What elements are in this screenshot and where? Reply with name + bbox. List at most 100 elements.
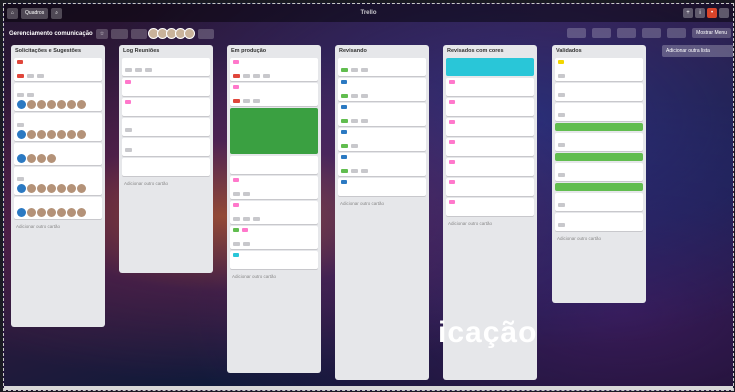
card-cover-green[interactable] — [555, 183, 643, 191]
add-card-button[interactable]: Adicionar outro cartão — [552, 233, 646, 244]
card-text — [449, 107, 531, 113]
card-badges — [341, 94, 423, 99]
card[interactable] — [230, 156, 318, 174]
card-badges — [341, 119, 423, 124]
list-title[interactable]: Validados — [552, 45, 646, 56]
add-card-button[interactable]: Adicionar outro cartão — [119, 178, 213, 189]
card[interactable] — [230, 83, 318, 106]
card-badges — [125, 128, 207, 133]
card-label — [233, 60, 239, 64]
card[interactable] — [14, 143, 102, 165]
card-text — [558, 86, 640, 92]
powerup-button[interactable] — [667, 28, 687, 38]
card[interactable] — [446, 98, 534, 116]
card-text — [125, 121, 207, 127]
card-cover-cyan[interactable] — [446, 58, 534, 76]
trello-logo[interactable]: Trello — [360, 10, 376, 16]
card[interactable] — [230, 226, 318, 249]
card-badges — [125, 148, 207, 153]
card-cover-green[interactable] — [230, 108, 318, 154]
card[interactable] — [338, 78, 426, 101]
card-text — [17, 67, 99, 73]
powerup-button[interactable] — [616, 28, 636, 38]
powerup-button[interactable] — [566, 28, 586, 38]
card-text — [125, 87, 207, 93]
list-title[interactable]: Log Reuniões — [119, 45, 213, 56]
visibility-button[interactable] — [130, 28, 147, 39]
avatar[interactable] — [183, 28, 195, 39]
card-cover-green[interactable] — [555, 153, 643, 161]
card[interactable] — [338, 178, 426, 196]
card[interactable] — [14, 113, 102, 141]
team-button[interactable] — [111, 28, 128, 39]
card-text — [341, 162, 423, 168]
card[interactable] — [122, 78, 210, 96]
horizontal-scrollbar[interactable] — [4, 386, 733, 390]
add-card-button[interactable]: Adicionar outro cartão — [11, 221, 105, 232]
add-card-button[interactable]: Adicionar outro cartão — [335, 198, 429, 209]
card[interactable] — [122, 138, 210, 156]
card[interactable] — [338, 153, 426, 176]
card-badges — [233, 74, 315, 79]
card[interactable] — [14, 197, 102, 219]
card-text — [449, 147, 531, 153]
list-title[interactable]: Solicitações e Sugestões — [11, 45, 105, 56]
card[interactable] — [446, 198, 534, 216]
home-button[interactable]: ⌂ — [7, 7, 19, 19]
card[interactable] — [555, 193, 643, 211]
card-cover-green[interactable] — [555, 123, 643, 131]
card[interactable] — [555, 58, 643, 81]
background-overlay-text: icação — [438, 316, 538, 349]
card-text — [233, 260, 315, 266]
search-icon[interactable]: ⌕ — [51, 7, 63, 19]
powerup-button[interactable] — [591, 28, 611, 38]
star-icon[interactable]: ☆ — [95, 28, 109, 39]
card[interactable] — [555, 133, 643, 151]
card[interactable] — [14, 83, 102, 111]
info-icon[interactable]: i — [695, 8, 705, 18]
card[interactable] — [338, 58, 426, 76]
card[interactable] — [446, 158, 534, 176]
notification-icon[interactable]: • — [707, 8, 717, 18]
card[interactable] — [446, 78, 534, 96]
card[interactable] — [230, 58, 318, 81]
card[interactable] — [122, 58, 210, 76]
card[interactable] — [122, 158, 210, 176]
card[interactable] — [338, 103, 426, 126]
card[interactable] — [230, 251, 318, 269]
card[interactable] — [230, 201, 318, 224]
card-members — [17, 130, 99, 139]
avatar[interactable] — [719, 8, 729, 18]
card[interactable] — [14, 58, 102, 81]
add-card-button[interactable]: Adicionar outro cartão — [227, 271, 321, 282]
card[interactable] — [555, 163, 643, 181]
card[interactable] — [122, 118, 210, 136]
card-text — [17, 86, 99, 92]
card[interactable] — [230, 176, 318, 199]
card[interactable] — [446, 178, 534, 196]
card-badges — [558, 173, 640, 178]
list-title[interactable]: Revisados com cores — [443, 45, 537, 56]
card[interactable] — [555, 213, 643, 231]
add-icon[interactable]: + — [683, 8, 693, 18]
add-card-button[interactable]: Adicionar outro cartão — [443, 218, 537, 229]
card-badges — [341, 144, 423, 149]
add-list-button[interactable]: Adicionar outra lista — [662, 45, 733, 57]
card[interactable] — [122, 98, 210, 116]
card[interactable] — [14, 167, 102, 195]
card[interactable] — [338, 128, 426, 151]
list-title[interactable]: Revisando — [335, 45, 429, 56]
card[interactable] — [555, 103, 643, 121]
list-title[interactable]: Em produção — [227, 45, 321, 56]
card[interactable] — [555, 83, 643, 101]
powerup-button[interactable] — [641, 28, 662, 38]
show-menu-button[interactable]: Mostrar Menu — [692, 28, 731, 38]
card-text — [449, 207, 531, 213]
boards-button[interactable]: Quadros — [21, 7, 49, 19]
invite-button[interactable] — [197, 28, 215, 39]
board-title[interactable]: Gerenciamento comunicação — [9, 31, 93, 37]
card-text — [558, 166, 640, 172]
card[interactable] — [446, 138, 534, 156]
card[interactable] — [446, 118, 534, 136]
card-text — [558, 196, 640, 202]
